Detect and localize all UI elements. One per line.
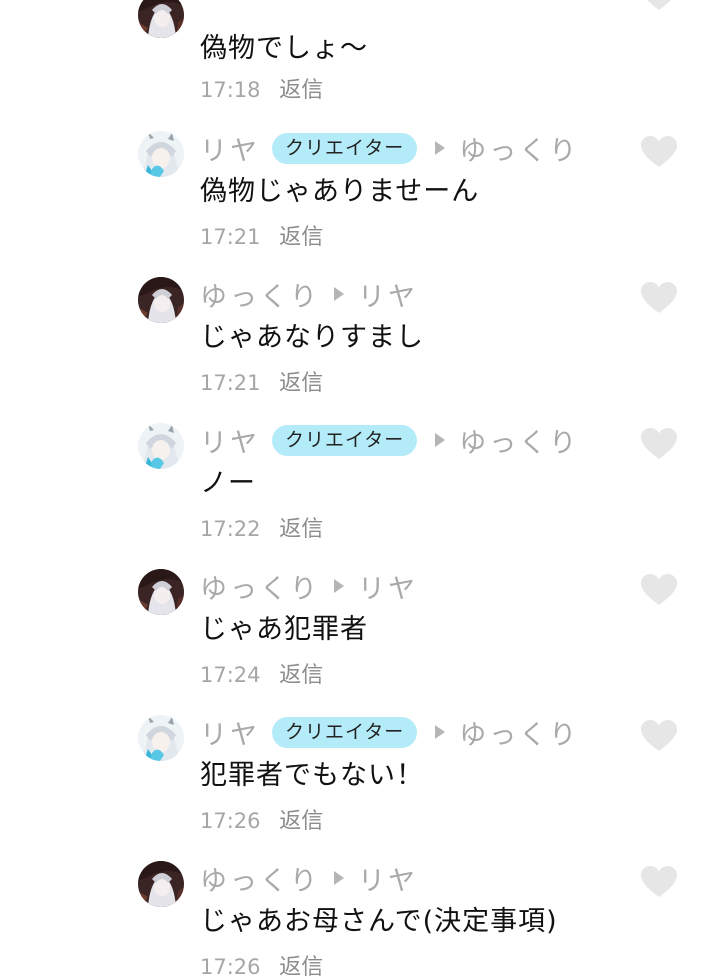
comment-item: リヤ クリエイター ゆっくり ノー 17:22 返信 <box>0 423 719 569</box>
like-button[interactable] <box>640 135 678 169</box>
reply-arrow-icon <box>334 871 344 885</box>
reply-button[interactable]: 返信 <box>279 78 323 103</box>
comment-time: 17:21 <box>200 371 261 395</box>
like-button[interactable] <box>640 719 678 753</box>
reply-button[interactable]: 返信 <box>279 371 323 396</box>
avatar[interactable] <box>138 861 184 907</box>
like-button[interactable] <box>640 573 678 607</box>
heart-icon <box>640 135 678 169</box>
comment-item: ゆっくり リヤ じゃあなりすまし 17:21 返信 <box>0 277 719 423</box>
reply-arrow-icon <box>435 433 446 447</box>
avatar[interactable] <box>138 423 184 469</box>
reply-button[interactable]: 返信 <box>279 663 323 688</box>
creator-badge: クリエイター <box>272 132 418 164</box>
reply-button[interactable]: 返信 <box>279 517 323 542</box>
reply-to-name[interactable]: ゆっくり <box>459 713 579 752</box>
comment-text: じゃあお母さんで(決定事項) <box>200 906 558 937</box>
comment-meta: 17:21 返信 <box>200 365 323 397</box>
avatar[interactable] <box>138 0 184 38</box>
comment-header: ゆっくり リヤ <box>200 859 418 898</box>
heart-icon <box>640 573 678 607</box>
comment-item: ゆっくり リヤ じゃあ犯罪者 17:24 返信 <box>0 569 719 715</box>
comment-time: 17:18 <box>200 78 261 102</box>
author-name[interactable]: リヤ <box>200 421 260 460</box>
comment-text: 偽物でしょ〜 <box>200 33 368 64</box>
comment-time: 17:22 <box>200 517 261 541</box>
comment-header: ゆっくり リヤ <box>200 567 418 606</box>
author-name[interactable]: ゆっくり <box>200 859 320 898</box>
comment-text: 偽物じゃありませーん <box>200 176 480 207</box>
comment-meta: 17:26 返信 <box>200 949 323 979</box>
comment-header: リヤ クリエイター ゆっくり <box>200 129 579 168</box>
comment-text: 犯罪者でもない！ <box>200 760 424 791</box>
comment-header: リヤ クリエイター ゆっくり <box>200 713 579 752</box>
comment-time: 17:26 <box>200 955 261 979</box>
creator-badge: クリエイター <box>272 716 418 748</box>
heart-icon <box>640 281 678 315</box>
comment-meta: 17:24 返信 <box>200 657 323 689</box>
avatar[interactable] <box>138 715 184 761</box>
comment-header: ゆっくり リヤ <box>200 275 418 314</box>
author-name[interactable]: ゆっくり <box>200 567 320 606</box>
comment-time: 17:24 <box>200 663 261 687</box>
reply-to-name[interactable]: リヤ <box>358 567 418 606</box>
author-name[interactable]: リヤ <box>200 129 260 168</box>
avatar[interactable] <box>138 569 184 615</box>
comment-item: 偽物でしょ〜 17:18 返信 <box>0 0 719 138</box>
avatar[interactable] <box>138 131 184 177</box>
comment-item: ゆっくり リヤ じゃあお母さんで(決定事項) 17:26 返信 <box>0 861 719 979</box>
reply-arrow-icon <box>334 579 344 593</box>
like-button[interactable] <box>640 865 678 899</box>
author-name[interactable]: ゆっくり <box>200 275 320 314</box>
like-button[interactable] <box>640 281 678 315</box>
reply-arrow-icon <box>334 287 344 301</box>
comment-item: リヤ クリエイター ゆっくり 偽物じゃありませーん 17:21 返信 <box>0 131 719 277</box>
comment-time: 17:26 <box>200 809 261 833</box>
reply-button[interactable]: 返信 <box>279 809 323 834</box>
like-button[interactable] <box>640 427 678 461</box>
heart-icon <box>640 865 678 899</box>
like-button[interactable] <box>640 0 678 12</box>
comment-text: じゃあ犯罪者 <box>200 614 368 645</box>
comment-meta: 17:18 返信 <box>200 72 323 104</box>
reply-to-name[interactable]: リヤ <box>358 275 418 314</box>
avatar[interactable] <box>138 277 184 323</box>
creator-badge: クリエイター <box>272 424 418 456</box>
reply-to-name[interactable]: ゆっくり <box>459 421 579 460</box>
comment-meta: 17:22 返信 <box>200 511 323 543</box>
reply-button[interactable]: 返信 <box>279 225 323 250</box>
comment-item: リヤ クリエイター ゆっくり 犯罪者でもない！ 17:26 返信 <box>0 715 719 861</box>
reply-to-name[interactable]: ゆっくり <box>459 129 579 168</box>
comment-meta: 17:21 返信 <box>200 219 323 251</box>
reply-arrow-icon <box>435 141 446 155</box>
author-name[interactable]: リヤ <box>200 713 260 752</box>
comment-meta: 17:26 返信 <box>200 803 323 835</box>
heart-icon <box>640 0 678 12</box>
comment-time: 17:21 <box>200 225 261 249</box>
comment-text: じゃあなりすまし <box>200 322 424 353</box>
comment-header: リヤ クリエイター ゆっくり <box>200 421 579 460</box>
comment-thread: 偽物でしょ〜 17:18 返信 リヤ クリエイター ゆっくり 偽物じゃありませー… <box>0 0 719 979</box>
heart-icon <box>640 427 678 461</box>
reply-button[interactable]: 返信 <box>279 955 323 979</box>
reply-to-name[interactable]: リヤ <box>358 859 418 898</box>
reply-arrow-icon <box>435 725 446 739</box>
heart-icon <box>640 719 678 753</box>
comment-text: ノー <box>200 468 256 499</box>
